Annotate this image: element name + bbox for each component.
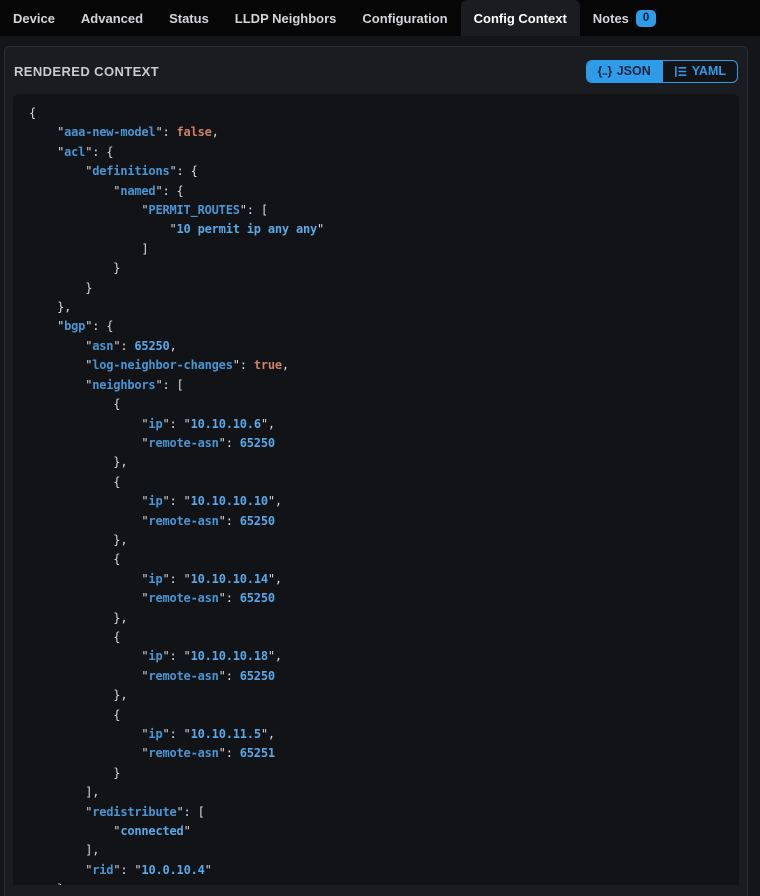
tab-label: Status xyxy=(169,11,209,26)
code-line: "asn": 65250, xyxy=(29,337,723,356)
tab-device[interactable]: Device xyxy=(0,0,68,36)
code-line: "remote-asn": 65250 xyxy=(29,434,723,453)
card-header: RENDERED CONTEXT {..} JSON Y xyxy=(5,47,747,94)
code-line: { xyxy=(29,473,723,492)
yaml-button-label: YAML xyxy=(692,64,726,78)
tab-lldp-neighbors[interactable]: LLDP Neighbors xyxy=(222,0,350,36)
code-line: } xyxy=(29,279,723,298)
json-format-button[interactable]: {..} JSON xyxy=(587,61,662,82)
tab-label: Device xyxy=(13,11,55,26)
tab-advanced[interactable]: Advanced xyxy=(68,0,156,36)
curly-braces-icon: {..} xyxy=(598,64,612,78)
code-line: }, xyxy=(29,531,723,550)
code-line: "definitions": { xyxy=(29,162,723,181)
code-line: } xyxy=(29,259,723,278)
code-line: "ip": "10.10.10.14", xyxy=(29,570,723,589)
code-line: { xyxy=(29,550,723,569)
tab-label: Config Context xyxy=(474,11,567,26)
tab-notes[interactable]: Notes 0 xyxy=(580,0,670,36)
code-line: }, xyxy=(29,686,723,705)
code-line: "connected" xyxy=(29,822,723,841)
code-line: { xyxy=(29,628,723,647)
code-line: "remote-asn": 65250 xyxy=(29,512,723,531)
code-line: "redistribute": [ xyxy=(29,803,723,822)
tab-label: LLDP Neighbors xyxy=(235,11,337,26)
code-line: } xyxy=(29,764,723,783)
code-line: ], xyxy=(29,841,723,860)
tab-label: Notes xyxy=(593,11,629,26)
code-line: { xyxy=(29,706,723,725)
code-line: "ip": "10.10.11.5", xyxy=(29,725,723,744)
tab-config-context[interactable]: Config Context xyxy=(461,0,580,36)
code-line: "ip": "10.10.10.18", xyxy=(29,647,723,666)
code-line: "remote-asn": 65251 xyxy=(29,744,723,763)
tab-label: Configuration xyxy=(362,11,447,26)
json-button-label: JSON xyxy=(617,64,651,78)
tab-status[interactable]: Status xyxy=(156,0,222,36)
tab-bar: Device Advanced Status LLDP Neighbors Config… xyxy=(0,0,760,36)
code-line: "bgp": { xyxy=(29,317,723,336)
code-line: "log-neighbor-changes": true, xyxy=(29,356,723,375)
card-title: RENDERED CONTEXT xyxy=(14,64,159,79)
code-line: "aaa-new-model": false, xyxy=(29,123,723,142)
code-line: { xyxy=(29,395,723,414)
code-line: "ip": "10.10.10.10", xyxy=(29,492,723,511)
code-line: }, xyxy=(29,453,723,472)
notes-count-badge: 0 xyxy=(636,10,656,27)
list-icon xyxy=(674,65,687,78)
tab-configuration[interactable]: Configuration xyxy=(349,0,460,36)
code-line: }, xyxy=(29,880,723,885)
code-line: "ip": "10.10.10.6", xyxy=(29,415,723,434)
tab-label: Advanced xyxy=(81,11,143,26)
code-line: ] xyxy=(29,240,723,259)
code-line: "acl": { xyxy=(29,143,723,162)
code-line: }, xyxy=(29,298,723,317)
code-line: }, xyxy=(29,609,723,628)
code-line: "remote-asn": 65250 xyxy=(29,667,723,686)
yaml-format-button[interactable]: YAML xyxy=(662,61,737,82)
code-line: "remote-asn": 65250 xyxy=(29,589,723,608)
code-block[interactable]: { "aaa-new-model": false, "acl": { "defi… xyxy=(13,94,739,885)
page-body: RENDERED CONTEXT {..} JSON Y xyxy=(0,36,760,896)
code-line: "PERMIT_ROUTES": [ xyxy=(29,201,723,220)
code-line: "rid": "10.0.10.4" xyxy=(29,861,723,880)
format-toggle-group: {..} JSON YAML xyxy=(586,60,738,83)
code-line: "neighbors": [ xyxy=(29,376,723,395)
code-line: "named": { xyxy=(29,182,723,201)
code-line: { xyxy=(29,104,723,123)
code-line: "10 permit ip any any" xyxy=(29,220,723,239)
code-line: ], xyxy=(29,783,723,802)
rendered-context-card: RENDERED CONTEXT {..} JSON Y xyxy=(4,46,748,896)
